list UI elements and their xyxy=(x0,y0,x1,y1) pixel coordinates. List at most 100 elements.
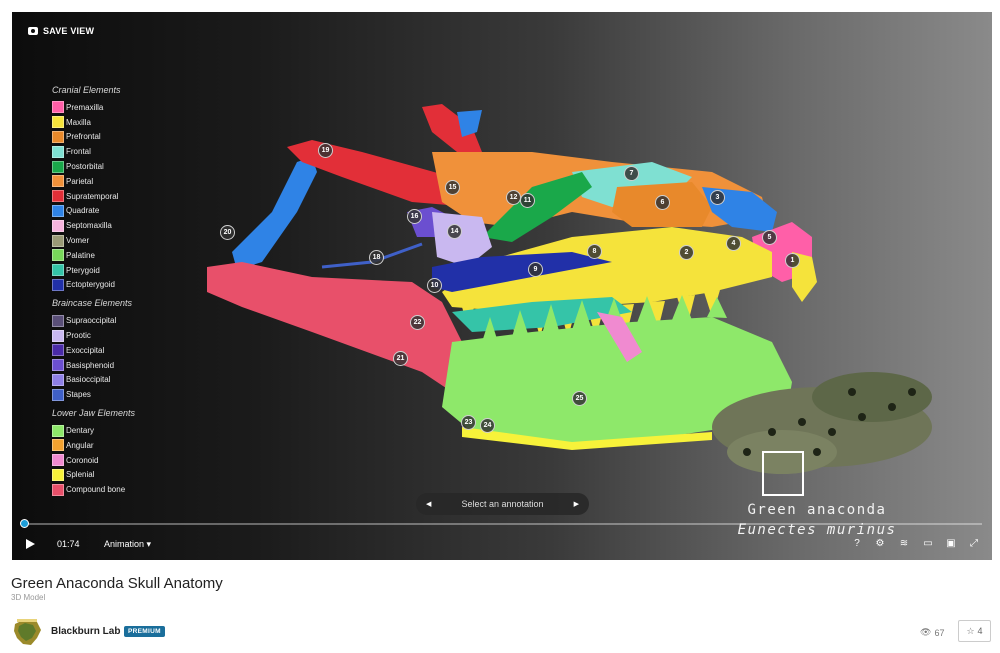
annotation-25[interactable]: 25 xyxy=(572,391,587,406)
legend-item[interactable]: Exoccipital xyxy=(52,343,212,358)
settings-icon[interactable]: ⚙ xyxy=(873,537,887,551)
legend-item[interactable]: Postorbital xyxy=(52,159,212,174)
annotation-18[interactable]: 18 xyxy=(369,250,384,265)
legend-label: Supraoccipital xyxy=(66,316,117,326)
legend-swatch xyxy=(52,175,64,188)
annotation-24[interactable]: 24 xyxy=(480,418,495,433)
annotation-10[interactable]: 10 xyxy=(427,278,442,293)
annotation-22[interactable]: 22 xyxy=(410,315,425,330)
annotation-11[interactable]: 11 xyxy=(520,193,535,208)
legend-swatch xyxy=(52,359,64,372)
legend-label: Prootic xyxy=(66,331,91,341)
author-logo[interactable] xyxy=(11,616,43,648)
legend-swatch xyxy=(52,278,64,291)
legend-label: Dentary xyxy=(66,426,95,436)
save-view-button[interactable]: SAVE VIEW xyxy=(28,26,94,36)
player-controls: 01:74 Animation ▾ ? ⚙ ≋ ▭ ▣ ⤢ xyxy=(12,534,992,554)
legend-group: Cranial Elements Premaxilla Maxilla Prefron… xyxy=(52,85,212,292)
legend-item[interactable]: Splenial xyxy=(52,468,212,483)
legend-label: Palatine xyxy=(66,250,95,260)
legend-item[interactable]: Supratemporal xyxy=(52,189,212,204)
theater-icon[interactable]: ▣ xyxy=(944,537,958,551)
annotation-16[interactable]: 16 xyxy=(407,209,422,224)
legend-item[interactable]: Premaxilla xyxy=(52,100,212,115)
legend-swatch xyxy=(52,160,64,173)
legend-item[interactable]: Parietal xyxy=(52,174,212,189)
layers-icon[interactable]: ≋ xyxy=(897,537,911,551)
legend-label: Prefrontal xyxy=(66,132,101,142)
legend-item[interactable]: Ectopterygoid xyxy=(52,278,212,293)
annotation-1[interactable]: 1 xyxy=(785,253,800,268)
legend-label: Septomaxilla xyxy=(66,221,112,231)
legend-swatch xyxy=(52,424,64,437)
legend-item[interactable]: Supraoccipital xyxy=(52,313,212,328)
legend-item[interactable]: Basisphenoid xyxy=(52,358,212,373)
previous-annotation-icon[interactable]: ◀ xyxy=(426,500,431,508)
play-button[interactable] xyxy=(26,539,35,549)
camera-icon xyxy=(28,27,38,35)
vr-icon[interactable]: ▭ xyxy=(921,537,935,551)
legend-item[interactable]: Septomaxilla xyxy=(52,218,212,233)
legend-item[interactable]: Prootic xyxy=(52,328,212,343)
legend-item[interactable]: Pterygoid xyxy=(52,263,212,278)
legend-item[interactable]: Coronoid xyxy=(52,453,212,468)
animation-timeline[interactable] xyxy=(20,519,982,528)
legend-item[interactable]: Maxilla xyxy=(52,115,212,130)
annotation-9[interactable]: 9 xyxy=(528,262,543,277)
animation-dropdown[interactable]: Animation ▾ xyxy=(104,539,151,550)
save-view-label: SAVE VIEW xyxy=(43,26,95,36)
legend-swatch xyxy=(52,145,64,158)
annotation-19[interactable]: 19 xyxy=(318,143,333,158)
annotation-23[interactable]: 23 xyxy=(461,415,476,430)
legend-swatch xyxy=(52,388,64,401)
legend-swatch xyxy=(52,264,64,277)
author-name[interactable]: Blackburn Lab xyxy=(51,626,120,637)
legend-item[interactable]: Palatine xyxy=(52,248,212,263)
legend-swatch xyxy=(52,454,64,467)
legend-item[interactable]: Basioccipital xyxy=(52,373,212,388)
legend-swatch xyxy=(52,190,64,203)
legend-item[interactable]: Dentary xyxy=(52,423,212,438)
legend-swatch xyxy=(52,130,64,143)
legend-swatch xyxy=(52,204,64,217)
legend-item[interactable]: Angular xyxy=(52,438,212,453)
legend-item[interactable]: Stapes xyxy=(52,387,212,402)
like-button[interactable]: ☆ 4 xyxy=(958,620,991,642)
annotation-2[interactable]: 2 xyxy=(679,245,694,260)
legend-label: Basisphenoid xyxy=(66,360,115,370)
annotation-select-label[interactable]: Select an annotation xyxy=(461,499,543,509)
annotation-5[interactable]: 5 xyxy=(762,230,777,245)
annotation-8[interactable]: 8 xyxy=(587,244,602,259)
annotation-20[interactable]: 20 xyxy=(220,225,235,240)
quadrate-bone xyxy=(232,157,317,270)
annotation-12[interactable]: 12 xyxy=(506,190,521,205)
model-viewer[interactable]: SAVE VIEW Cranial Elements Premaxilla Maxi… xyxy=(12,12,992,560)
annotation-14[interactable]: 14 xyxy=(447,224,462,239)
legend-swatch xyxy=(52,439,64,452)
model-subtitle: 3D Model xyxy=(11,593,46,602)
legend-swatch xyxy=(52,373,64,386)
legend-label: Maxilla xyxy=(66,117,91,127)
legend-swatch xyxy=(52,468,64,481)
legend-item[interactable]: Frontal xyxy=(52,144,212,159)
legend-item[interactable]: Prefrontal xyxy=(52,130,212,145)
legend-swatch xyxy=(52,329,64,342)
legend-item[interactable]: Quadrate xyxy=(52,204,212,219)
annotation-15[interactable]: 15 xyxy=(445,180,460,195)
timeline-handle[interactable] xyxy=(20,519,29,528)
help-icon[interactable]: ? xyxy=(850,537,864,551)
annotation-4[interactable]: 4 xyxy=(726,236,741,251)
view-count-value: 67 xyxy=(934,627,945,638)
like-count: 4 xyxy=(977,626,983,636)
legend-swatch xyxy=(52,219,64,232)
legend-item[interactable]: Vomer xyxy=(52,233,212,248)
annotation-6[interactable]: 6 xyxy=(655,195,670,210)
annotation-21[interactable]: 21 xyxy=(393,351,408,366)
legend-item[interactable]: Compound bone xyxy=(52,482,212,497)
annotation-3[interactable]: 3 xyxy=(710,190,725,205)
fullscreen-icon[interactable]: ⤢ xyxy=(967,537,981,551)
annotation-7[interactable]: 7 xyxy=(624,166,639,181)
legend-swatch xyxy=(52,116,64,129)
next-annotation-icon[interactable]: ▶ xyxy=(574,500,579,508)
legend-label: Parietal xyxy=(66,176,94,186)
